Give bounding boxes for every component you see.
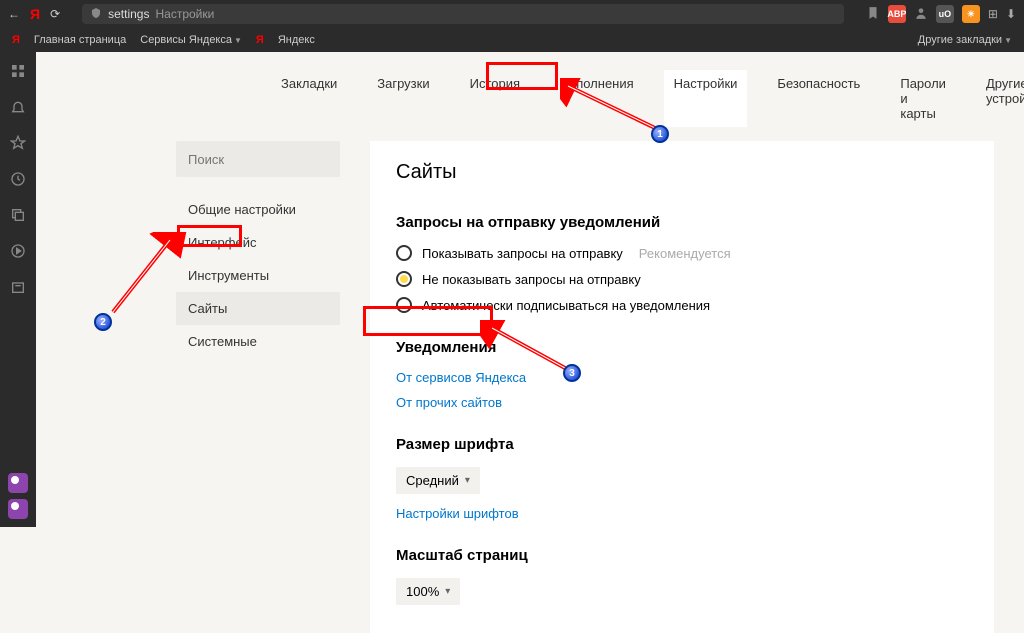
tab-security[interactable]: Безопасность bbox=[767, 70, 870, 127]
link-other-sites[interactable]: От прочих сайтов bbox=[396, 395, 968, 410]
menu-tools[interactable]: Инструменты bbox=[176, 259, 340, 292]
tab-history[interactable]: История bbox=[460, 70, 530, 127]
reload-icon[interactable]: ⟳ bbox=[50, 7, 60, 21]
shield-icon bbox=[90, 7, 102, 22]
settings-side-menu: Общие настройки Интерфейс Инструменты Са… bbox=[176, 141, 340, 633]
chevron-down-icon: ▾ bbox=[465, 475, 470, 486]
menu-sites[interactable]: Сайты bbox=[176, 292, 340, 325]
address-prefix: settings bbox=[108, 7, 149, 21]
bell-icon[interactable] bbox=[9, 98, 27, 116]
yandex-small-icon[interactable]: Я bbox=[12, 34, 20, 46]
link-yandex-services[interactable]: От сервисов Яндекса bbox=[396, 370, 968, 385]
bookmark-icon[interactable] bbox=[866, 6, 880, 23]
ok-icon[interactable]: ☀ bbox=[962, 5, 980, 23]
bookmark-yandex-services[interactable]: Сервисы Яндекса▼ bbox=[140, 34, 242, 46]
browser-titlebar: ← Я ⟳ settings Настройки ABP uO ☀ ⊞ ⬇ bbox=[0, 0, 1024, 28]
history-icon[interactable] bbox=[9, 170, 27, 188]
settings-tabs: Закладки Загрузки История Дополнения Нас… bbox=[36, 52, 1024, 141]
annotation-step-3: 3 bbox=[563, 364, 581, 382]
tab-downloads[interactable]: Загрузки bbox=[367, 70, 439, 127]
radio-icon bbox=[396, 297, 412, 313]
yandex-small-icon-2[interactable]: Я bbox=[256, 34, 264, 46]
download-icon[interactable]: ⬇ bbox=[1006, 7, 1016, 21]
radio-icon bbox=[396, 245, 412, 261]
panel-title: Сайты bbox=[396, 161, 968, 184]
left-sidebar bbox=[0, 52, 36, 527]
menu-general[interactable]: Общие настройки bbox=[176, 193, 340, 226]
font-size-select[interactable]: Средний ▾ bbox=[396, 467, 480, 494]
section-notifications: Уведомления bbox=[396, 339, 968, 356]
link-font-settings[interactable]: Настройки шрифтов bbox=[396, 506, 968, 521]
main-area: Закладки Загрузки История Дополнения Нас… bbox=[36, 52, 1024, 527]
address-bar[interactable]: settings Настройки bbox=[82, 4, 844, 24]
bookmark-yandex[interactable]: Яндекс bbox=[278, 34, 315, 46]
section-page-scale: Масштаб страниц bbox=[396, 547, 968, 564]
tab-settings[interactable]: Настройки bbox=[664, 70, 748, 127]
copy-icon[interactable] bbox=[9, 206, 27, 224]
tab-addons[interactable]: Дополнения bbox=[550, 70, 644, 127]
user-icon[interactable] bbox=[914, 6, 928, 23]
section-font-size: Размер шрифта bbox=[396, 436, 968, 453]
annotation-step-2: 2 bbox=[94, 313, 112, 331]
ublock-icon[interactable]: uO bbox=[936, 5, 954, 23]
chevron-down-icon: ▾ bbox=[445, 586, 450, 597]
collection-icon[interactable] bbox=[9, 278, 27, 296]
yandex-logo-icon[interactable]: Я bbox=[30, 6, 40, 22]
tab-devices[interactable]: Другие устройства bbox=[976, 70, 1024, 127]
abp-icon[interactable]: ABP bbox=[888, 5, 906, 23]
play-icon[interactable] bbox=[9, 242, 27, 260]
apps-icon[interactable] bbox=[9, 62, 27, 80]
bookmarks-bar: Я Главная страница Сервисы Яндекса▼ Я Ян… bbox=[0, 28, 1024, 52]
radio-show-requests[interactable]: Показывать запросы на отправку Рекоменду… bbox=[396, 245, 968, 261]
alice-icon-1[interactable] bbox=[8, 473, 28, 493]
menu-system[interactable]: Системные bbox=[176, 325, 340, 358]
tab-passwords[interactable]: Пароли и карты bbox=[890, 70, 956, 127]
tab-bookmarks[interactable]: Закладки bbox=[271, 70, 347, 127]
search-input[interactable] bbox=[176, 141, 340, 177]
radio-icon bbox=[396, 271, 412, 287]
menu-interface[interactable]: Интерфейс bbox=[176, 226, 340, 259]
radio-hide-requests[interactable]: Не показывать запросы на отправку bbox=[396, 271, 968, 287]
address-text: Настройки bbox=[155, 7, 214, 21]
radio-auto-subscribe[interactable]: Автоматически подписываться на уведомлен… bbox=[396, 297, 968, 313]
bookmark-other[interactable]: Другие закладки▼ bbox=[918, 34, 1012, 46]
settings-panel: Сайты Запросы на отправку уведомлений По… bbox=[370, 141, 994, 633]
back-icon[interactable]: ← bbox=[8, 7, 20, 21]
page-scale-select[interactable]: 100% ▾ bbox=[396, 578, 460, 605]
annotation-step-1: 1 bbox=[651, 125, 669, 143]
extensions-icon[interactable]: ⊞ bbox=[988, 7, 998, 21]
alice-icon-2[interactable] bbox=[8, 499, 28, 519]
section-notif-requests: Запросы на отправку уведомлений bbox=[396, 214, 968, 231]
bookmark-main-page[interactable]: Главная страница bbox=[34, 34, 126, 46]
star-icon[interactable] bbox=[9, 134, 27, 152]
